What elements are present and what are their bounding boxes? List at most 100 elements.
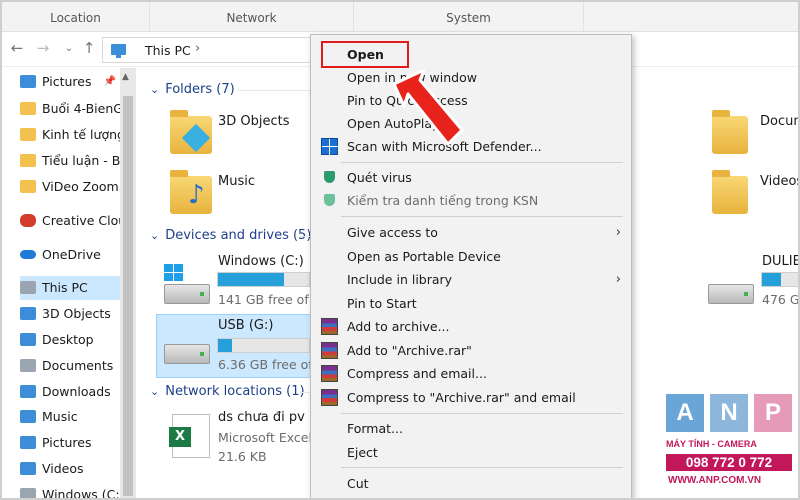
menu-item-open-new-window[interactable]: Open in new window xyxy=(311,66,631,89)
sidebar-item-documents[interactable]: Documents xyxy=(20,354,120,378)
collapse-chevron-icon[interactable]: ⌄ xyxy=(150,229,159,242)
drive-c-free-space: 141 GB free of 2 xyxy=(218,292,321,307)
menu-item-compress-email[interactable]: Compress and email... xyxy=(311,362,631,385)
scroll-up-icon[interactable]: ▲ xyxy=(122,72,129,82)
folder-3d-objects[interactable]: 3D Objects xyxy=(218,114,290,129)
breadcrumb-chevron-icon[interactable]: › xyxy=(195,41,200,56)
address-bar[interactable]: This PC › xyxy=(102,37,317,63)
sidebar-item-buoi4[interactable]: Buổi 4-BienG xyxy=(20,97,120,121)
sidebar-item-label: Pictures xyxy=(42,435,92,450)
sidebar-item-label: Pictures xyxy=(42,74,92,89)
music-icon xyxy=(20,410,36,423)
menu-item-quet-virus[interactable]: Quét virus xyxy=(311,166,631,189)
menu-separator xyxy=(341,162,623,163)
folder-icon xyxy=(20,180,36,193)
sidebar-item-label: Kinh tế lượng xyxy=(42,127,120,142)
menu-item-add-archive[interactable]: Add to archive... xyxy=(311,315,631,338)
sidebar-item-label: Documents xyxy=(42,358,114,373)
sidebar-item-label: Windows (C:) xyxy=(42,487,120,500)
menu-item-open-autoplay[interactable]: Open AutoPlay... xyxy=(311,112,631,135)
sidebar-item-label: This PC xyxy=(42,280,88,295)
network-section-header[interactable]: ⌄ Network locations (1) xyxy=(150,384,305,399)
sidebar-item-onedrive[interactable]: OneDrive xyxy=(20,243,120,267)
sidebar-item-3d-objects[interactable]: 3D Objects xyxy=(20,302,120,326)
forward-arrow-icon[interactable]: → xyxy=(34,39,52,57)
ksn-shield-icon xyxy=(324,194,335,206)
creative-cloud-icon xyxy=(20,214,36,227)
submenu-arrow-icon: › xyxy=(615,272,621,287)
excel-file-icon[interactable]: X xyxy=(169,414,210,458)
menu-item-compress-rar-email[interactable]: Compress to "Archive.rar" and email xyxy=(311,386,631,409)
ribbon-group-location: Location xyxy=(2,2,150,32)
back-arrow-icon[interactable]: ← xyxy=(8,39,26,57)
menu-separator xyxy=(341,467,623,468)
menu-item-format[interactable]: Format... xyxy=(311,417,631,440)
breadcrumb-this-pc[interactable]: This PC xyxy=(145,43,191,58)
context-menu: Open Open in new window Pin to Quick acc… xyxy=(310,34,632,498)
menu-item-cut[interactable]: Cut xyxy=(311,472,631,495)
up-arrow-icon[interactable]: ↑ xyxy=(80,39,98,57)
folder-3d-objects-icon[interactable] xyxy=(170,110,212,154)
menu-separator xyxy=(341,216,623,217)
menu-item-scan-defender[interactable]: Scan with Microsoft Defender... xyxy=(311,135,631,158)
drive-usb-label[interactable]: USB (G:) xyxy=(218,318,273,333)
sidebar-item-windows-c[interactable]: Windows (C:) xyxy=(20,483,120,500)
anp-phone: 098 772 0 772 xyxy=(666,454,792,471)
ribbon-group-system: System xyxy=(354,2,584,32)
sidebar-item-music[interactable]: Music xyxy=(20,405,120,429)
defender-icon xyxy=(321,138,338,155)
folder-music-icon[interactable]: ♪ xyxy=(170,170,212,214)
sidebar-item-label: Buổi 4-BienG xyxy=(42,101,120,116)
file-name[interactable]: ds chưa đi pv xyxy=(218,410,305,425)
sidebar-item-pictures[interactable]: Pictures xyxy=(20,431,120,455)
menu-item-open-portable[interactable]: Open as Portable Device xyxy=(311,245,631,268)
drive-dulieu-icon[interactable] xyxy=(708,284,754,304)
drive-dulieu-label[interactable]: DULIEU xyxy=(762,254,798,269)
recent-locations-chevron-icon[interactable]: ⌄ xyxy=(60,43,78,54)
menu-item-include-library[interactable]: Include in library › xyxy=(311,268,631,291)
menu-item-eject[interactable]: Eject xyxy=(311,441,631,464)
drive-dulieu-free-space: 476 GF xyxy=(762,292,800,307)
submenu-arrow-icon: › xyxy=(615,225,621,240)
sidebar-scrollbar[interactable]: ▲ xyxy=(120,68,136,498)
sidebar-item-this-pc[interactable]: This PC xyxy=(20,276,120,300)
drive-usb-icon[interactable] xyxy=(164,344,210,364)
folder-icon xyxy=(20,128,36,141)
navigation-pane: Pictures 📌 Buổi 4-BienG Kinh tế lượng Ti… xyxy=(2,68,120,500)
sidebar-item-pictures-pinned[interactable]: Pictures 📌 xyxy=(20,70,120,94)
sidebar-item-label: Videos xyxy=(42,461,84,476)
sidebar-item-creative-cloud[interactable]: Creative Cloud xyxy=(20,209,120,233)
sidebar-item-desktop[interactable]: Desktop xyxy=(20,328,120,352)
collapse-chevron-icon[interactable]: ⌄ xyxy=(150,385,159,398)
menu-item-add-archive-rar[interactable]: Add to "Archive.rar" xyxy=(311,339,631,362)
sidebar-item-kinh-te-luong[interactable]: Kinh tế lượng xyxy=(20,123,120,147)
menu-item-pin-quick-access[interactable]: Pin to Quick access xyxy=(311,89,631,112)
folder-videos[interactable]: Videos xyxy=(760,174,798,189)
folder-documents-icon[interactable] xyxy=(712,110,748,154)
drive-c-label[interactable]: Windows (C:) xyxy=(218,254,304,269)
this-pc-icon xyxy=(20,281,36,294)
anp-letter: P xyxy=(754,394,792,432)
collapse-chevron-icon[interactable]: ⌄ xyxy=(150,83,159,96)
folder-videos-icon[interactable] xyxy=(712,170,748,214)
sidebar-item-videos[interactable]: Videos xyxy=(20,457,120,481)
anp-letter: N xyxy=(710,394,748,432)
ribbon-group-network: Network xyxy=(150,2,354,32)
sidebar-item-downloads[interactable]: Downloads xyxy=(20,380,120,404)
sidebar-item-video-zoom[interactable]: ViDeo Zoom xyxy=(20,175,120,199)
folder-music[interactable]: Music xyxy=(218,174,255,189)
menu-item-pin-start[interactable]: Pin to Start xyxy=(311,292,631,315)
devices-section-header[interactable]: ⌄ Devices and drives (5) xyxy=(150,228,311,243)
drive-c-icon[interactable] xyxy=(164,284,210,304)
sidebar-item-tieu-luan[interactable]: Tiểu luận - Ba xyxy=(20,149,120,173)
ribbon: Location Network System xyxy=(2,2,798,32)
pin-icon: 📌 xyxy=(103,76,116,87)
folders-section-header[interactable]: ⌄ Folders (7) xyxy=(150,82,235,97)
folder-documents[interactable]: Docum xyxy=(760,114,798,129)
menu-item-kiem-tra-ksn: Kiểm tra danh tiếng trong KSN xyxy=(311,189,631,212)
menu-item-give-access[interactable]: Give access to › xyxy=(311,221,631,244)
sidebar-item-label: 3D Objects xyxy=(42,306,111,321)
scrollbar-thumb[interactable] xyxy=(123,96,133,496)
section-divider xyxy=(300,392,310,393)
winrar-icon xyxy=(321,365,338,382)
